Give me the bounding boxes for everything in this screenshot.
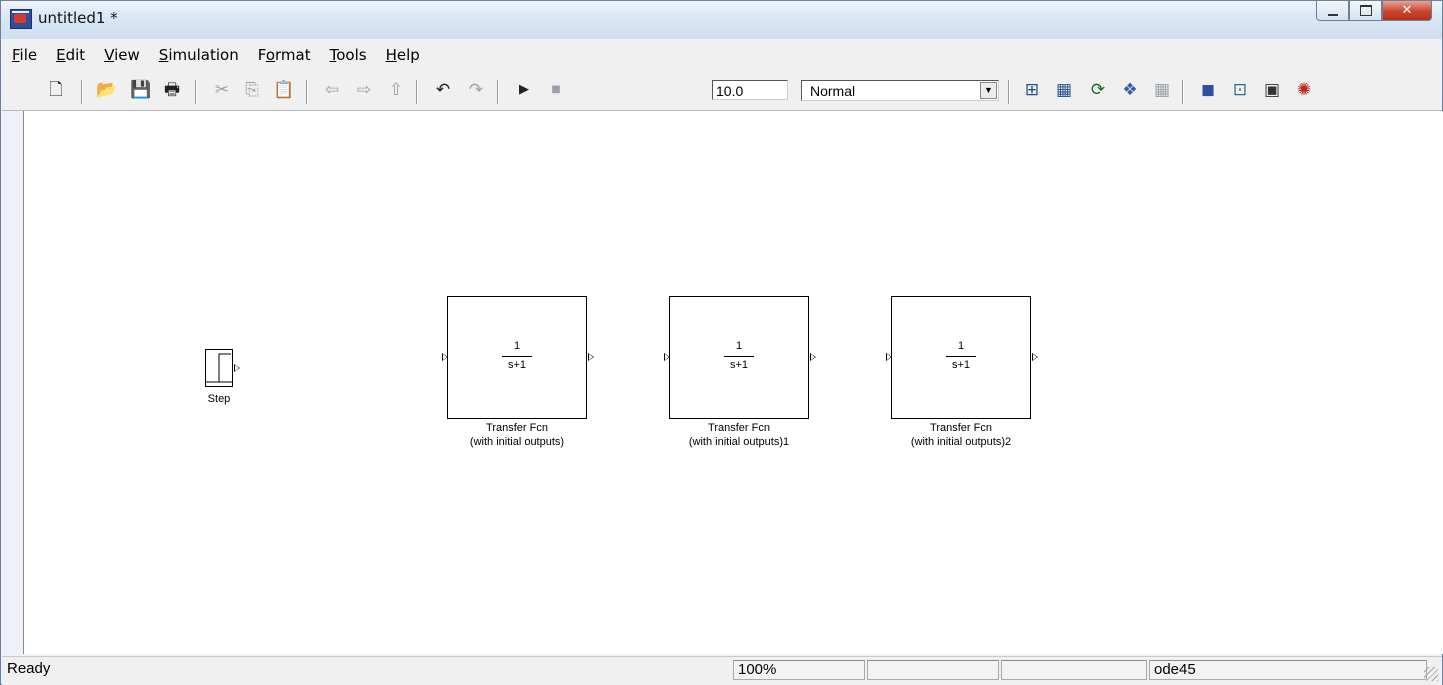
status-cell-empty: [867, 660, 999, 680]
status-bar: Ready 100% ode45: [2, 656, 1442, 685]
menu-tools[interactable]: Tools: [321, 46, 376, 64]
solver-name: ode45: [1149, 660, 1427, 680]
status-cell-empty: [1001, 660, 1147, 680]
tf-fraction-line: [946, 356, 976, 357]
update-diagram-icon[interactable]: ▦: [1054, 81, 1074, 99]
tf-label: Transfer Fcn (with initial outputs)1: [629, 421, 849, 449]
open-icon[interactable]: 📂: [96, 81, 117, 99]
simulation-mode-select[interactable]: Normal ▼: [801, 80, 999, 101]
tf-fraction-line: [724, 356, 754, 357]
tf-label-line2: (with initial outputs): [469, 436, 565, 448]
tf-label-line2: (with initial outputs)1: [688, 436, 790, 448]
status-text: Ready: [7, 660, 51, 677]
paste-icon[interactable]: 📋: [273, 81, 294, 99]
toolbar-separator: [1182, 80, 1184, 104]
toolbar-separator: [416, 80, 418, 104]
tf-label-line1: Transfer Fcn: [486, 422, 548, 434]
left-strip: [2, 111, 23, 654]
tf-output-port[interactable]: [810, 353, 816, 361]
save-icon[interactable]: 💾: [130, 81, 151, 99]
simulink-window: untitled1 * ✕ File Edit View Simulation …: [0, 0, 1443, 685]
toolbar-separator: [497, 80, 499, 104]
tf-output-port[interactable]: [1032, 353, 1038, 361]
tf-numerator: 1: [957, 340, 965, 352]
up-icon[interactable]: ⇧: [386, 81, 406, 99]
toolbar-separator: [1008, 80, 1010, 104]
start-simulation-icon[interactable]: ▶: [514, 81, 534, 99]
menu-edit[interactable]: Edit: [47, 46, 94, 64]
transfer-fcn-block[interactable]: 1 s+1: [447, 296, 587, 419]
tf-fraction-line: [502, 356, 532, 357]
model-canvas[interactable]: Step 1 s+1 Transfer Fcn (with initial ou…: [23, 111, 1443, 654]
maximize-button[interactable]: [1349, 1, 1382, 21]
minimize-button[interactable]: [1316, 1, 1349, 21]
forward-icon[interactable]: ⇨: [354, 81, 374, 99]
property-icon[interactable]: ▣: [1262, 81, 1282, 99]
tf-numerator: 1: [735, 340, 743, 352]
new-model-icon[interactable]: 🗋: [46, 81, 66, 99]
zoom-level: 100%: [733, 660, 865, 680]
transfer-fcn-block[interactable]: 1 s+1: [669, 296, 809, 419]
tf-denominator: s+1: [951, 359, 971, 371]
close-button[interactable]: ✕: [1382, 1, 1432, 21]
simulation-mode-value: Normal: [810, 83, 856, 99]
title-bar[interactable]: untitled1 * ✕: [1, 1, 1442, 39]
window-title: untitled1 *: [38, 9, 118, 27]
toolbar-separator: [195, 80, 197, 104]
debugger-icon[interactable]: ◼: [1198, 81, 1218, 99]
menu-view[interactable]: View: [95, 46, 149, 64]
menu-help[interactable]: Help: [377, 46, 429, 64]
build-icon[interactable]: ⊞: [1022, 81, 1042, 99]
caption-buttons: ✕: [1316, 1, 1432, 23]
tf-denominator: s+1: [507, 359, 527, 371]
tf-label: Transfer Fcn (with initial outputs): [407, 421, 627, 449]
tf-label-line1: Transfer Fcn: [930, 422, 992, 434]
stop-simulation-icon[interactable]: ■: [546, 81, 566, 99]
copy-icon[interactable]: ⎘: [242, 81, 262, 99]
stop-time-input[interactable]: 10.0: [712, 80, 788, 100]
print-icon[interactable]: 🖶: [162, 81, 182, 99]
library-browser-icon[interactable]: ❖: [1120, 81, 1140, 99]
menu-file[interactable]: File: [3, 46, 46, 64]
model-advisor-icon[interactable]: ⊡: [1230, 81, 1250, 99]
tf-input-port[interactable]: [664, 353, 670, 361]
step-icon: [206, 353, 232, 383]
transfer-fcn-block[interactable]: 1 s+1: [891, 296, 1031, 419]
back-icon[interactable]: ⇦: [322, 81, 342, 99]
model-explorer-icon[interactable]: ▦: [1152, 81, 1172, 99]
menu-format[interactable]: Format: [249, 46, 320, 64]
menu-bar: File Edit View Simulation Format Tools H…: [2, 41, 1442, 69]
tf-label-line2: (with initial outputs)2: [910, 436, 1012, 448]
step-output-port[interactable]: [234, 364, 240, 372]
resize-grip-icon[interactable]: [1424, 667, 1438, 681]
cut-icon[interactable]: ✂: [212, 81, 232, 99]
tf-label-line1: Transfer Fcn: [708, 422, 770, 434]
step-label: Step: [207, 393, 231, 405]
tf-input-port[interactable]: [886, 353, 892, 361]
menu-simulation[interactable]: Simulation: [150, 46, 248, 64]
refresh-icon[interactable]: ⟳: [1088, 81, 1108, 99]
step-block[interactable]: [205, 349, 233, 387]
chevron-down-icon[interactable]: ▼: [980, 82, 997, 99]
tf-output-port[interactable]: [588, 353, 594, 361]
minimize-icon: [1327, 13, 1338, 16]
tf-label: Transfer Fcn (with initial outputs)2: [851, 421, 1071, 449]
maximize-icon: [1359, 5, 1372, 16]
profiler-icon[interactable]: ✺: [1294, 81, 1314, 99]
tf-numerator: 1: [513, 340, 521, 352]
tf-denominator: s+1: [729, 359, 749, 371]
simulink-app-icon[interactable]: [10, 9, 32, 29]
close-icon: ✕: [1401, 3, 1413, 18]
redo-icon[interactable]: ↷: [466, 81, 486, 99]
toolbar-separator: [81, 80, 83, 104]
undo-icon[interactable]: ↶: [433, 81, 453, 99]
tf-input-port[interactable]: [442, 353, 448, 361]
toolbar-separator: [306, 80, 308, 104]
